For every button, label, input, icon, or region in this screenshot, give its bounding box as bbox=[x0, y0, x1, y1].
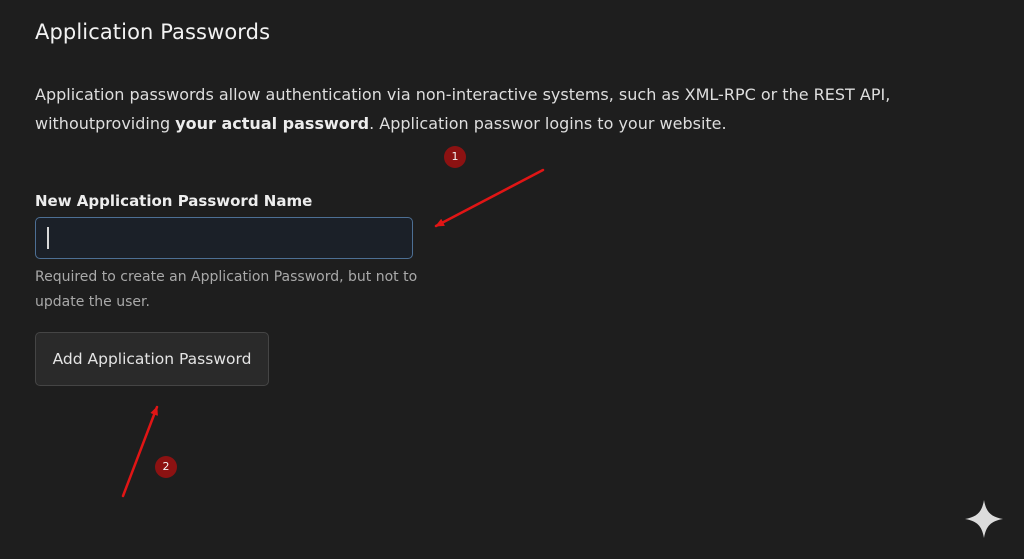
sparkle-icon bbox=[965, 500, 1003, 538]
annotation-badge-2: 2 bbox=[155, 456, 177, 478]
password-name-input[interactable] bbox=[35, 217, 413, 259]
annotation-arrow-2 bbox=[121, 405, 159, 498]
annotation-arrow-1 bbox=[434, 168, 545, 228]
add-application-password-button[interactable]: Add Application Password bbox=[35, 332, 269, 386]
annotation-badge-1: 1 bbox=[444, 146, 466, 168]
description-emphasis: your actual password bbox=[175, 114, 370, 133]
page-title: Application Passwords bbox=[35, 20, 271, 44]
section-description: Application passwords allow authenticati… bbox=[35, 80, 935, 138]
password-name-label: New Application Password Name bbox=[35, 192, 313, 210]
password-name-help-text: Required to create an Application Passwo… bbox=[35, 269, 418, 310]
description-text-end: . Application passwor logins to your web… bbox=[369, 114, 727, 133]
text-cursor bbox=[47, 227, 49, 249]
